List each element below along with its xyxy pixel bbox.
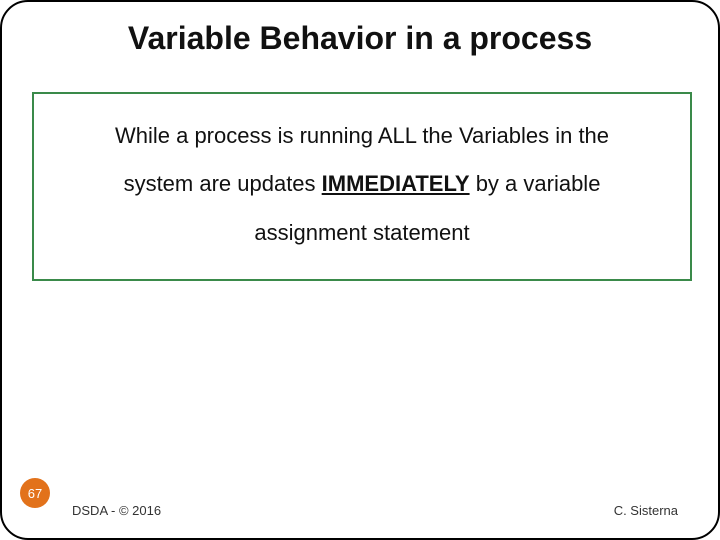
footer-left: DSDA - © 2016 <box>72 503 161 518</box>
slide-title: Variable Behavior in a process <box>2 20 718 57</box>
footer-right: C. Sisterna <box>614 503 678 518</box>
body-line-1: While a process is running ALL the Varia… <box>46 112 678 160</box>
body-line-3: assignment statement <box>46 209 678 257</box>
body-emphasis: IMMEDIATELY <box>322 171 470 196</box>
content-box: While a process is running ALL the Varia… <box>32 92 692 281</box>
slide-frame: Variable Behavior in a process While a p… <box>0 0 720 540</box>
body-line-2: system are updates IMMEDIATELY by a vari… <box>46 160 678 208</box>
body-line-2-pre: system are updates <box>124 171 322 196</box>
page-number-badge: 67 <box>20 478 50 508</box>
page-number: 67 <box>28 486 42 501</box>
body-line-2-post: by a variable <box>470 171 601 196</box>
